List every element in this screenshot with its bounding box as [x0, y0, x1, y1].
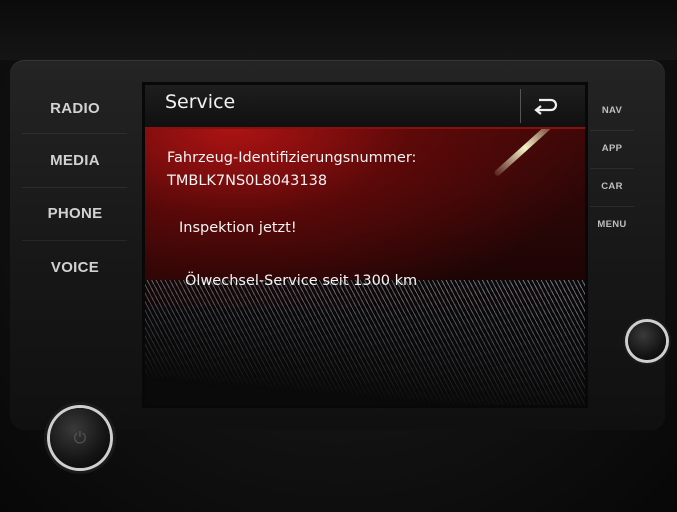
- power-icon: ⏻: [73, 428, 87, 447]
- car-button[interactable]: CAR: [590, 172, 634, 202]
- menu-button[interactable]: MENU: [590, 210, 634, 240]
- tuning-knob[interactable]: [628, 322, 666, 360]
- divider: [22, 187, 127, 188]
- divider: [22, 133, 127, 134]
- title-bar: Service: [145, 85, 585, 129]
- decorative-stripes: [145, 280, 585, 405]
- oil-service-message: Ölwechsel-Service seit 1300 km: [185, 273, 418, 289]
- nav-button[interactable]: NAV: [590, 96, 634, 126]
- touchscreen: Service Fahrzeug-Identifizierungsnummer:…: [145, 85, 585, 405]
- media-button[interactable]: MEDIA: [20, 140, 130, 182]
- divider: [590, 168, 634, 169]
- inspection-message: Inspektion jetzt!: [179, 220, 297, 236]
- radio-button[interactable]: RADIO: [20, 88, 130, 130]
- infotainment-unit: RADIO MEDIA PHONE VOICE NAV APP CAR MENU…: [0, 0, 677, 512]
- back-button[interactable]: [520, 89, 571, 123]
- divider: [22, 240, 127, 241]
- app-button[interactable]: APP: [590, 134, 634, 164]
- dashboard-top: [0, 0, 677, 60]
- divider: [590, 206, 634, 207]
- vin-value: TMBLK7NS0L8043138: [167, 173, 328, 189]
- phone-button[interactable]: PHONE: [20, 193, 130, 235]
- divider: [590, 130, 634, 131]
- voice-button[interactable]: VOICE: [20, 247, 130, 289]
- power-volume-knob[interactable]: ⏻: [50, 408, 110, 468]
- back-arrow-icon: [534, 98, 558, 115]
- page-title: Service: [165, 91, 236, 113]
- vin-label: Fahrzeug-Identifizierungsnummer:: [167, 150, 417, 166]
